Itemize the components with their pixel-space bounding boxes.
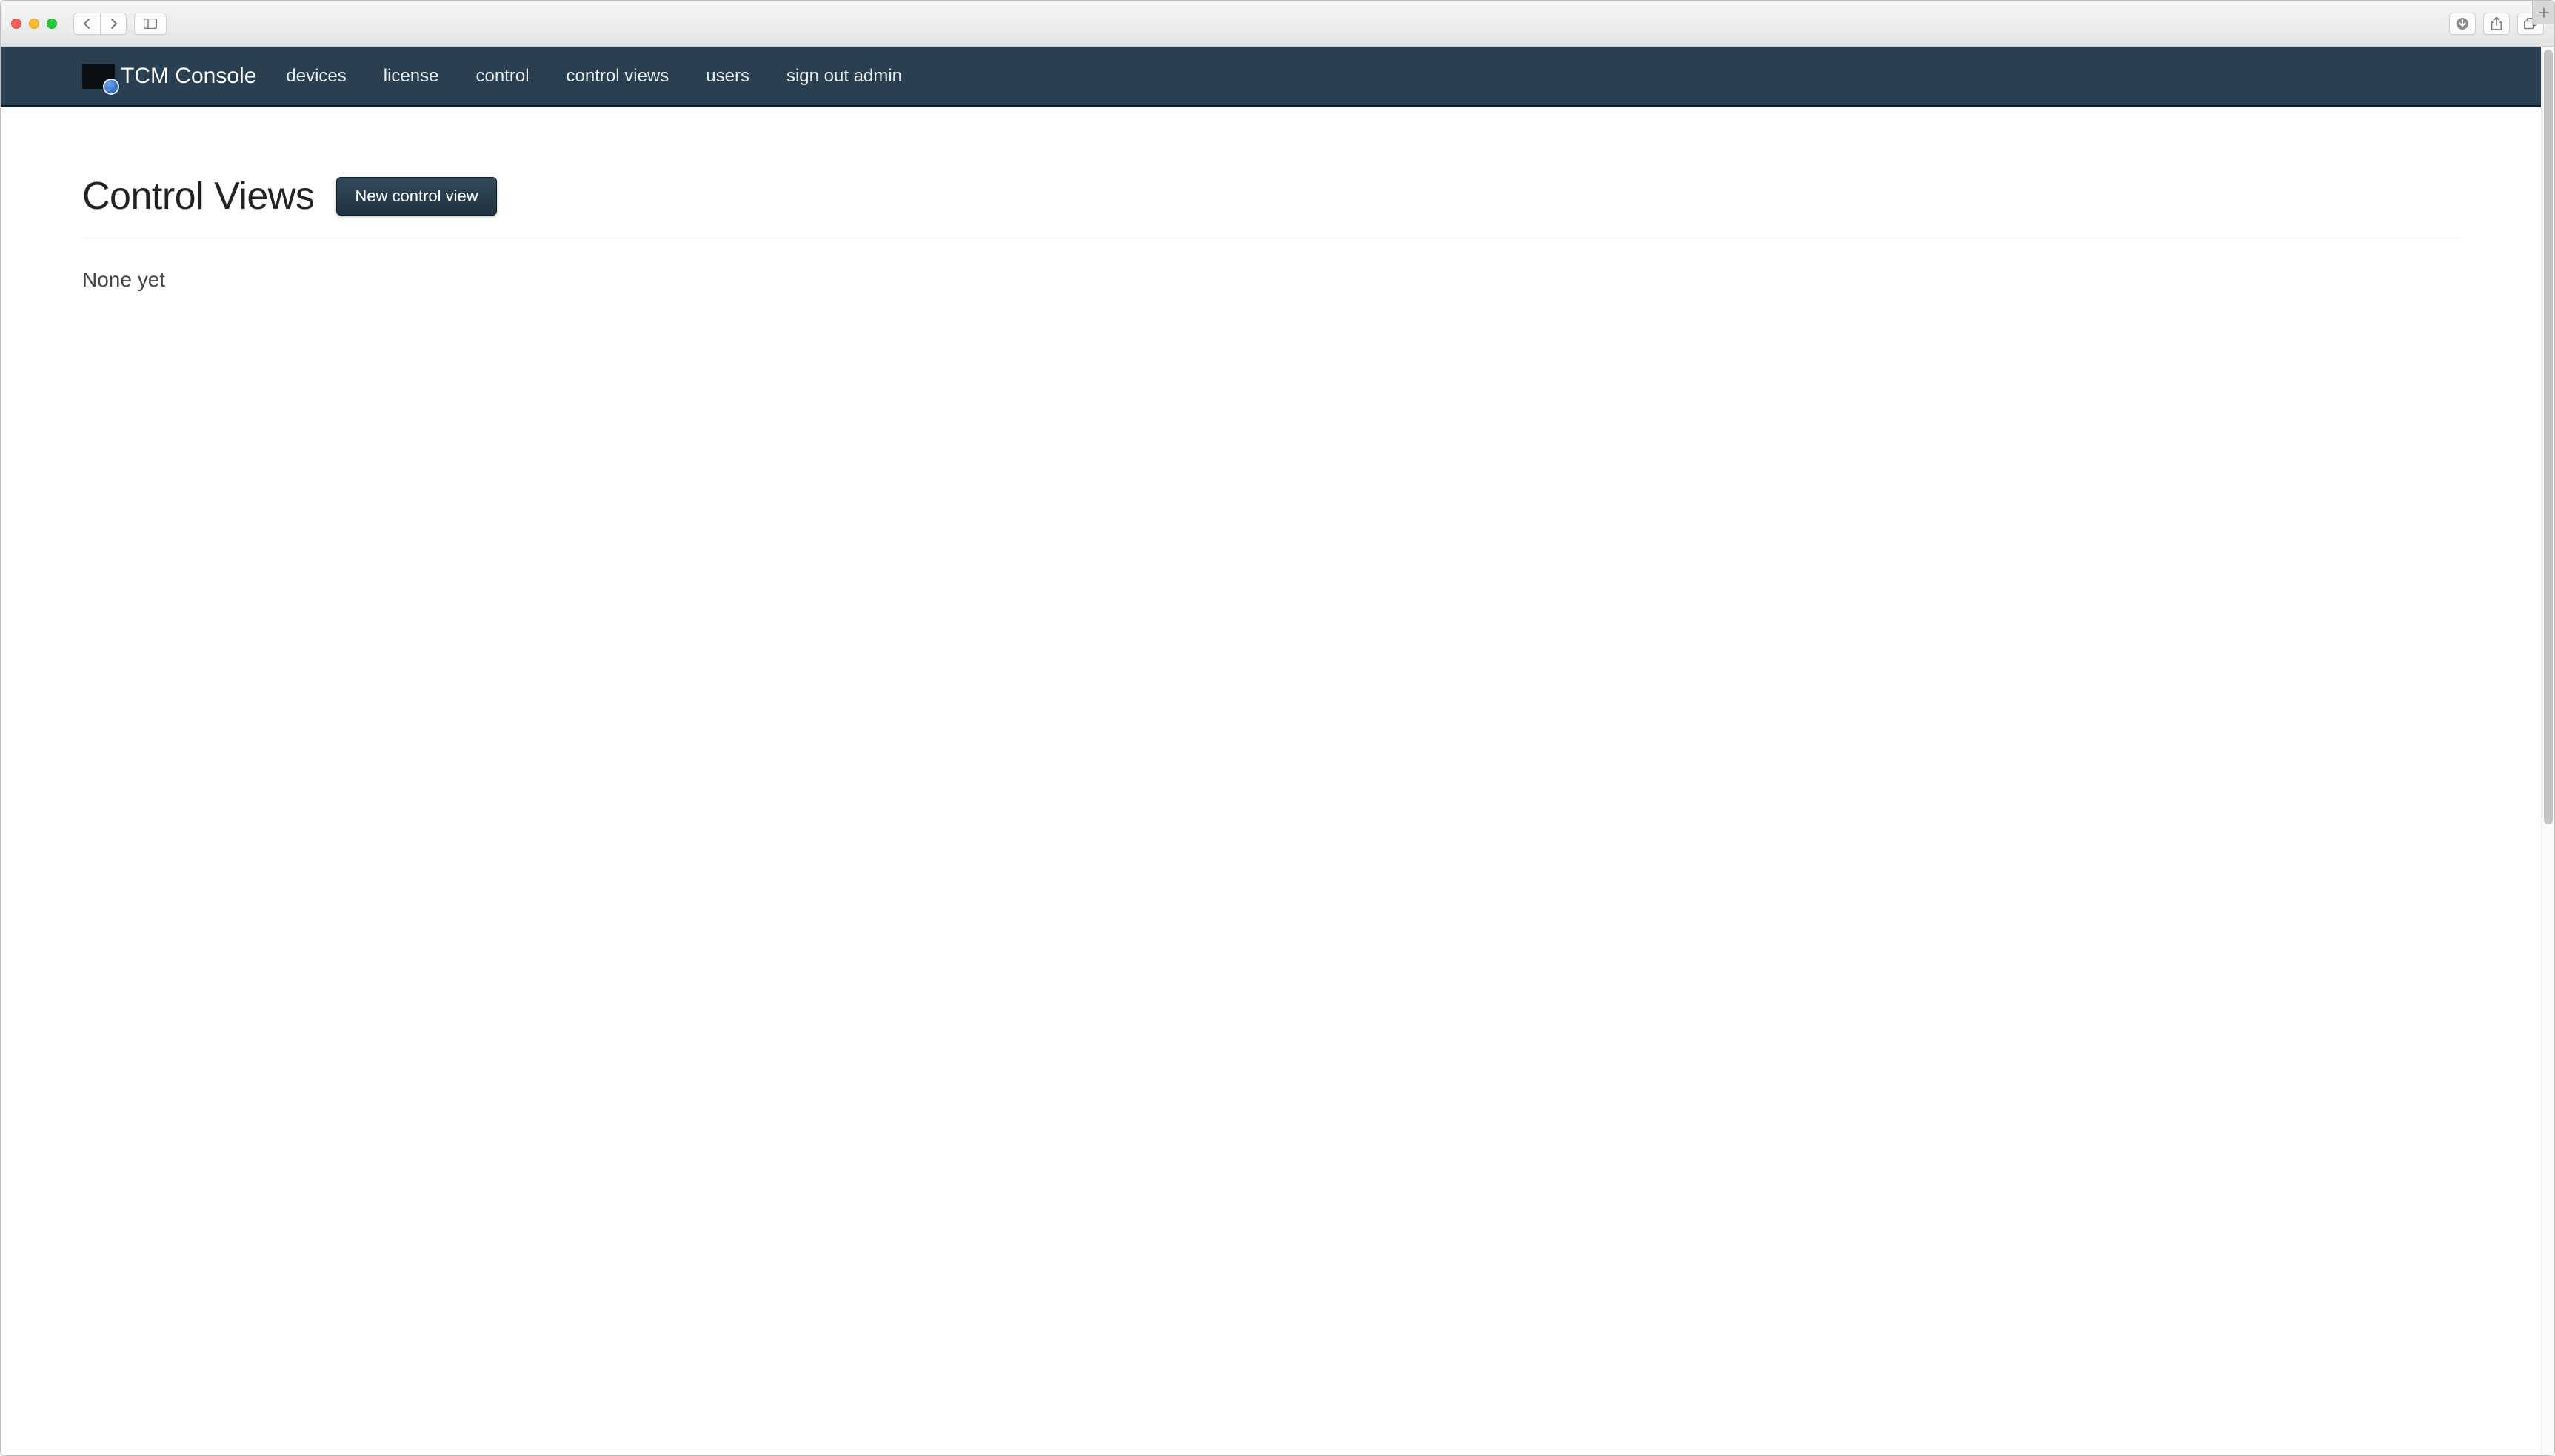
window-controls [11,19,57,29]
page-content: TCM Console devices license control cont… [1,47,2541,1455]
nav-links: devices license control control views us… [286,66,902,87]
nav-link-users[interactable]: users [706,66,749,87]
main-content: Control Views New control view None yet [1,107,2541,358]
back-button[interactable] [73,13,100,35]
browser-viewport: TCM Console devices license control cont… [1,47,2554,1455]
chevron-right-icon [109,19,118,29]
nav-link-license[interactable]: license [384,66,439,87]
chevron-left-icon [83,19,92,29]
brand-title: TCM Console [121,64,256,89]
vertical-scrollbar[interactable] [2541,47,2554,1455]
sidebar-toggle-button[interactable] [134,13,167,35]
maximize-window-button[interactable] [47,19,57,29]
new-control-view-button[interactable]: New control view [336,177,496,216]
nav-link-signout[interactable]: sign out admin [786,66,902,87]
toolbar-right-group [2449,13,2544,35]
minimize-window-button[interactable] [29,19,39,29]
share-button[interactable] [2483,13,2510,35]
new-tab-button[interactable] [2532,1,2554,24]
empty-state-text: None yet [82,268,2459,292]
brand[interactable]: TCM Console [82,64,256,89]
brand-logo-icon [82,64,115,89]
browser-toolbar [1,1,2554,47]
page-title: Control Views [82,174,314,218]
scrollbar-thumb[interactable] [2544,50,2553,824]
close-window-button[interactable] [11,19,21,29]
browser-window: TCM Console devices license control cont… [0,0,2555,1456]
nav-link-control-views[interactable]: control views [567,66,669,87]
share-icon [2491,17,2502,30]
heading-row: Control Views New control view [82,174,2459,238]
nav-link-control[interactable]: control [475,66,529,87]
forward-button[interactable] [100,13,127,35]
app-navbar: TCM Console devices license control cont… [1,47,2541,107]
plus-icon [2539,7,2549,18]
nav-button-group [73,13,167,35]
nav-link-devices[interactable]: devices [286,66,346,87]
downloads-button[interactable] [2449,13,2476,35]
sidebar-icon [144,19,157,29]
download-icon [2456,17,2469,30]
